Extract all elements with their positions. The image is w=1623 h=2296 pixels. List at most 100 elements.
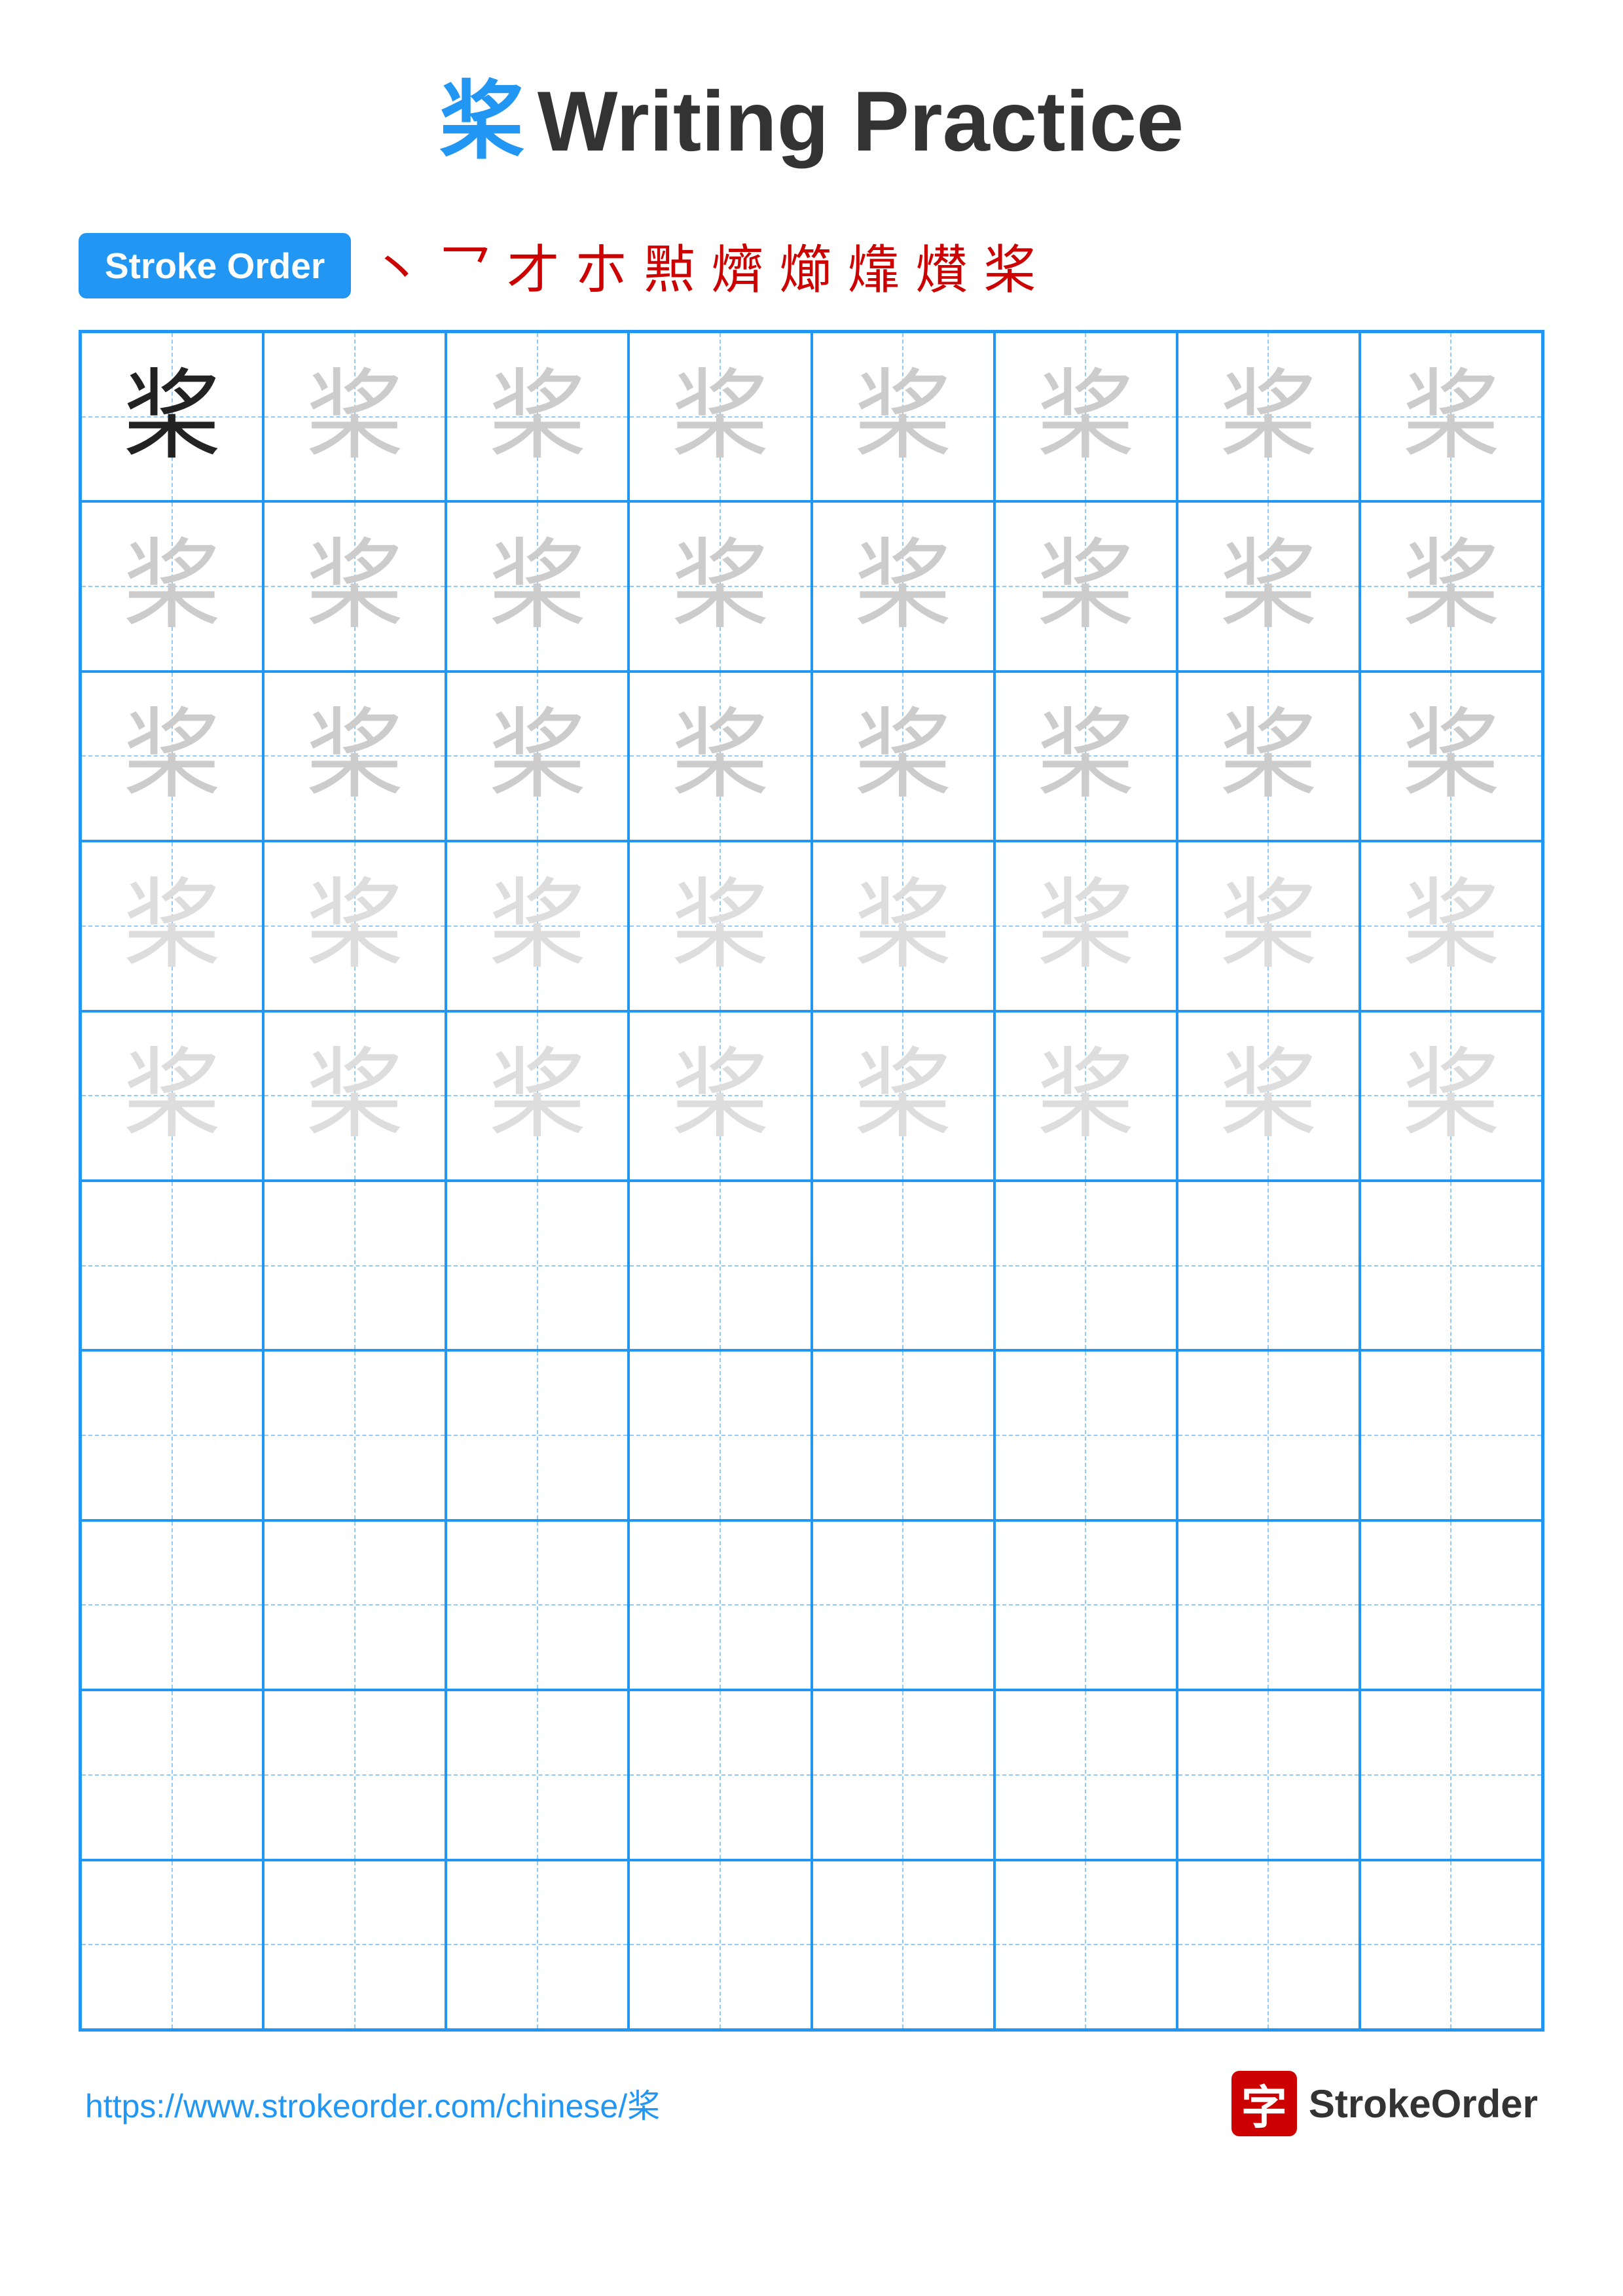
grid-cell-r2-c4[interactable]: 桨 <box>629 501 811 671</box>
grid-cell-r1-c6[interactable]: 桨 <box>994 332 1177 501</box>
practice-grid[interactable]: 桨 桨 桨 桨 桨 桨 桨 桨 桨 桨 桨 <box>79 330 1544 2032</box>
grid-cell-r1-c3[interactable]: 桨 <box>446 332 629 501</box>
grid-cell-r9-c3[interactable] <box>446 1690 629 1859</box>
grid-cell-r8-c3[interactable] <box>446 1520 629 1690</box>
grid-cell-r2-c2[interactable]: 桨 <box>263 501 446 671</box>
grid-cell-r4-c3[interactable]: 桨 <box>446 841 629 1011</box>
grid-cell-r8-c5[interactable] <box>812 1520 994 1690</box>
grid-cell-r3-c4[interactable]: 桨 <box>629 672 811 841</box>
grid-cell-r2-c3[interactable]: 桨 <box>446 501 629 671</box>
grid-cell-r10-c3[interactable] <box>446 1860 629 2030</box>
grid-cell-r8-c8[interactable] <box>1360 1520 1542 1690</box>
grid-cell-r7-c6[interactable] <box>994 1350 1177 1520</box>
char-display: 桨 <box>123 537 221 636</box>
grid-cell-r5-c7[interactable]: 桨 <box>1177 1011 1360 1181</box>
grid-cell-r7-c2[interactable] <box>263 1350 446 1520</box>
grid-cell-r4-c6[interactable]: 桨 <box>994 841 1177 1011</box>
grid-cell-r4-c2[interactable]: 桨 <box>263 841 446 1011</box>
grid-cell-r1-c5[interactable]: 桨 <box>812 332 994 501</box>
grid-cell-r9-c6[interactable] <box>994 1690 1177 1859</box>
char-display: 桨 <box>1036 707 1135 805</box>
grid-cell-r1-c8[interactable]: 桨 <box>1360 332 1542 501</box>
grid-cell-r4-c4[interactable]: 桨 <box>629 841 811 1011</box>
grid-cell-r2-c8[interactable]: 桨 <box>1360 501 1542 671</box>
grid-cell-r9-c4[interactable] <box>629 1690 811 1859</box>
grid-cell-r7-c5[interactable] <box>812 1350 994 1520</box>
grid-cell-r6-c2[interactable] <box>263 1181 446 1350</box>
grid-cell-r5-c2[interactable]: 桨 <box>263 1011 446 1181</box>
stroke-9: 㸇 <box>915 228 968 304</box>
grid-cell-r1-c2[interactable]: 桨 <box>263 332 446 501</box>
grid-cell-r3-c5[interactable]: 桨 <box>812 672 994 841</box>
grid-cell-r5-c5[interactable]: 桨 <box>812 1011 994 1181</box>
grid-cell-r3-c3[interactable]: 桨 <box>446 672 629 841</box>
grid-cell-r5-c6[interactable]: 桨 <box>994 1011 1177 1181</box>
stroke-order-badge: Stroke Order <box>79 233 351 298</box>
grid-cell-r6-c1[interactable] <box>81 1181 263 1350</box>
grid-cell-r3-c6[interactable]: 桨 <box>994 672 1177 841</box>
grid-cell-r5-c3[interactable]: 桨 <box>446 1011 629 1181</box>
char-display: 桨 <box>1036 1047 1135 1145</box>
grid-cell-r3-c2[interactable]: 桨 <box>263 672 446 841</box>
grid-cell-r4-c5[interactable]: 桨 <box>812 841 994 1011</box>
grid-cell-r3-c1[interactable]: 桨 <box>81 672 263 841</box>
grid-cell-r10-c2[interactable] <box>263 1860 446 2030</box>
grid-cell-r9-c7[interactable] <box>1177 1690 1360 1859</box>
grid-cell-r10-c4[interactable] <box>629 1860 811 2030</box>
grid-cell-r9-c1[interactable] <box>81 1690 263 1859</box>
grid-cell-r1-c1[interactable]: 桨 <box>81 332 263 501</box>
grid-cell-r5-c8[interactable]: 桨 <box>1360 1011 1542 1181</box>
grid-cell-r8-c7[interactable] <box>1177 1520 1360 1690</box>
grid-cell-r8-c6[interactable] <box>994 1520 1177 1690</box>
char-display: 桨 <box>488 368 587 466</box>
grid-cell-r6-c3[interactable] <box>446 1181 629 1350</box>
grid-cell-r4-c7[interactable]: 桨 <box>1177 841 1360 1011</box>
grid-cell-r1-c7[interactable]: 桨 <box>1177 332 1360 501</box>
grid-cell-r10-c1[interactable] <box>81 1860 263 2030</box>
grid-cell-r9-c5[interactable] <box>812 1690 994 1859</box>
grid-cell-r2-c6[interactable]: 桨 <box>994 501 1177 671</box>
grid-cell-r7-c8[interactable] <box>1360 1350 1542 1520</box>
grid-cell-r10-c6[interactable] <box>994 1860 1177 2030</box>
char-display: 桨 <box>1219 1047 1317 1145</box>
title-text: Writing Practice <box>538 73 1184 169</box>
grid-cell-r3-c7[interactable]: 桨 <box>1177 672 1360 841</box>
grid-cell-r8-c1[interactable] <box>81 1520 263 1690</box>
char-display: 桨 <box>1402 368 1500 466</box>
grid-cell-r10-c8[interactable] <box>1360 1860 1542 2030</box>
grid-cell-r6-c5[interactable] <box>812 1181 994 1350</box>
grid-cell-r4-c8[interactable]: 桨 <box>1360 841 1542 1011</box>
grid-cell-r6-c8[interactable] <box>1360 1181 1542 1350</box>
grid-cell-r2-c5[interactable]: 桨 <box>812 501 994 671</box>
grid-cell-r7-c3[interactable] <box>446 1350 629 1520</box>
char-display: 桨 <box>671 707 769 805</box>
stroke-10: 桨 <box>983 228 1036 304</box>
stroke-6: 㸄 <box>711 228 763 304</box>
grid-cell-r2-c7[interactable]: 桨 <box>1177 501 1360 671</box>
grid-cell-r10-c7[interactable] <box>1177 1860 1360 2030</box>
grid-cell-r1-c4[interactable]: 桨 <box>629 332 811 501</box>
grid-cell-r5-c1[interactable]: 桨 <box>81 1011 263 1181</box>
grid-cell-r6-c7[interactable] <box>1177 1181 1360 1350</box>
grid-cell-r4-c1[interactable]: 桨 <box>81 841 263 1011</box>
title-char: 桨 <box>439 73 524 169</box>
grid-cell-r7-c4[interactable] <box>629 1350 811 1520</box>
stroke-1: 丶 <box>371 228 423 304</box>
grid-cell-r2-c1[interactable]: 桨 <box>81 501 263 671</box>
grid-cell-r7-c7[interactable] <box>1177 1350 1360 1520</box>
grid-cell-r8-c2[interactable] <box>263 1520 446 1690</box>
page: 桨Writing Practice Stroke Order 丶 乛 才 朩 㸃… <box>0 0 1623 2296</box>
grid-cell-r9-c2[interactable] <box>263 1690 446 1859</box>
char-display: 桨 <box>854 537 952 636</box>
grid-cell-r6-c4[interactable] <box>629 1181 811 1350</box>
grid-cell-r3-c8[interactable]: 桨 <box>1360 672 1542 841</box>
char-display: 桨 <box>1036 368 1135 466</box>
grid-cell-r10-c5[interactable] <box>812 1860 994 2030</box>
grid-cell-r6-c6[interactable] <box>994 1181 1177 1350</box>
grid-cell-r5-c4[interactable]: 桨 <box>629 1011 811 1181</box>
grid-cell-r9-c8[interactable] <box>1360 1690 1542 1859</box>
char-display: 桨 <box>123 877 221 975</box>
grid-cell-r8-c4[interactable] <box>629 1520 811 1690</box>
grid-cell-r7-c1[interactable] <box>81 1350 263 1520</box>
stroke-4: 朩 <box>575 228 627 304</box>
